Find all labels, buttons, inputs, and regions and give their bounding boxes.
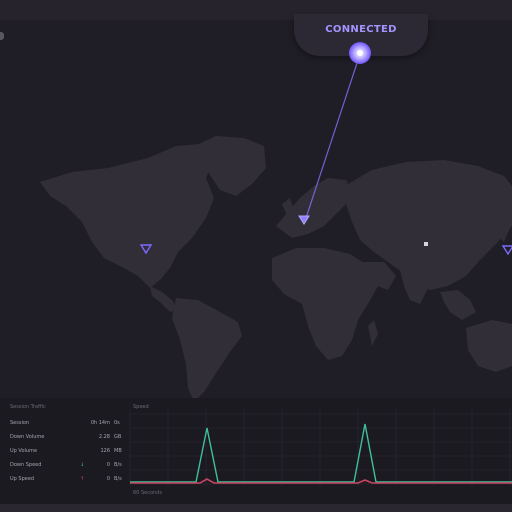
speed-graph-footer: 60 Seconds <box>133 490 162 496</box>
down-speed-series <box>130 423 512 483</box>
speed-graph <box>129 410 512 486</box>
vpn-app-window: CONNECTED Session Traffic Speed Session … <box>0 0 512 512</box>
up-speed-series <box>130 478 512 484</box>
bottom-status-bar <box>0 504 512 512</box>
speed-graph-grid <box>129 410 512 486</box>
